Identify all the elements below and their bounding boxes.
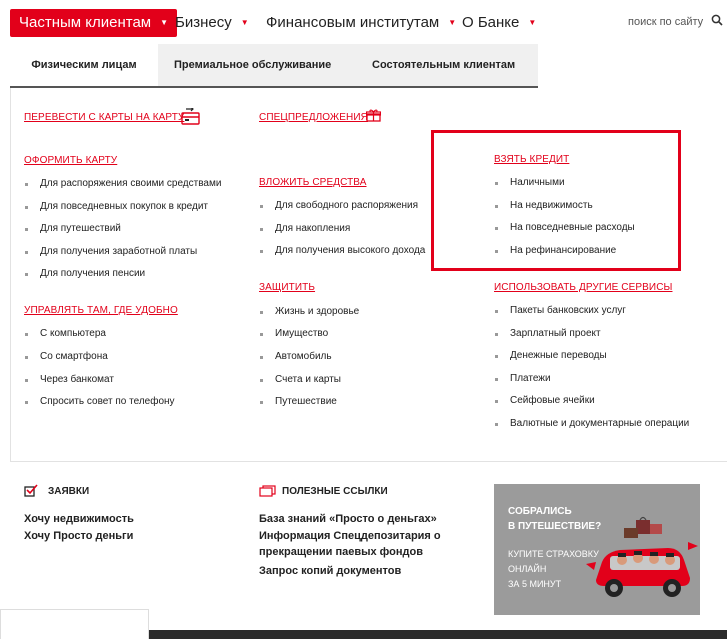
application-link[interactable]: Хочу Просто деньги: [24, 528, 133, 544]
cards-icon: [259, 485, 276, 497]
list-item[interactable]: С компьютера: [25, 328, 106, 339]
caret-down-icon: ▼: [528, 18, 537, 27]
list-item[interactable]: Денежные переводы: [495, 350, 607, 361]
list-item[interactable]: Сейфовые ячейки: [495, 395, 595, 406]
nav-label: Бизнесу: [175, 14, 232, 31]
useful-link[interactable]: База знаний «Просто о деньгах»: [259, 511, 437, 527]
protect-heading[interactable]: ЗАЩИТИТЬ: [259, 282, 315, 293]
nav-about-bank[interactable]: О Банке ▼: [462, 9, 536, 37]
card-transfer-icon: [181, 108, 200, 125]
list-item[interactable]: Автомобиль: [260, 351, 332, 362]
checkbox-icon: [24, 484, 38, 497]
car-illustration: [586, 516, 698, 597]
list-item[interactable]: Для получения высокого дохода: [260, 245, 425, 256]
useful-link[interactable]: Запрос копий документов: [259, 563, 401, 579]
list-item[interactable]: Для распоряжения своими средствами: [25, 178, 221, 189]
other-services-heading[interactable]: ИСПОЛЬЗОВАТЬ ДРУГИЕ СЕРВИСЫ: [494, 282, 672, 293]
tab-wealthy[interactable]: Состоятельным клиентам: [372, 44, 515, 86]
useful-links-title: ПОЛЕЗНЫЕ ССЫЛКИ: [282, 486, 388, 497]
menu-border: [10, 88, 11, 462]
list-item[interactable]: Счета и карты: [260, 374, 341, 385]
highlight-frame: [431, 130, 681, 271]
get-card-heading[interactable]: ОФОРМИТЬ КАРТУ: [24, 155, 117, 166]
nav-label: О Банке: [462, 14, 520, 31]
list-item[interactable]: Спросить совет по телефону: [25, 396, 175, 407]
caret-down-icon: ▼: [160, 18, 169, 27]
list-item[interactable]: Зарплатный проект: [495, 328, 601, 339]
nav-private-clients[interactable]: Частным клиентам ▼: [10, 9, 178, 37]
transfer-card-link[interactable]: ПЕРЕВЕСТИ С КАРТЫ НА КАРТУ: [24, 112, 184, 123]
bottom-tab[interactable]: [0, 609, 149, 639]
sub-tabs: Физическим лицам Премиальное обслуживани…: [10, 44, 538, 88]
nav-label: Финансовым институтам: [266, 14, 440, 31]
list-item[interactable]: Валютные и документарные операции: [495, 418, 689, 429]
caret-down-icon: ▼: [448, 18, 457, 27]
tab-premium[interactable]: Премиальное обслуживание: [174, 44, 331, 86]
gift-icon: [366, 109, 381, 122]
useful-link[interactable]: Информация Спецдепозитария о прекращении…: [259, 528, 444, 560]
list-item[interactable]: Путешествие: [260, 396, 337, 407]
list-item[interactable]: Для получения заработной платы: [25, 246, 197, 257]
list-item[interactable]: Через банкомат: [25, 374, 114, 385]
list-item[interactable]: Со смартфона: [25, 351, 108, 362]
nav-financial-institutions[interactable]: Финансовым институтам ▼: [266, 9, 456, 37]
nav-label: Частным клиентам: [19, 14, 152, 31]
travel-insurance-banner[interactable]: СОБРАЛИСЬ В ПУТЕШЕСТВИЕ? КУПИТЕ СТРАХОВК…: [494, 484, 700, 615]
list-item[interactable]: Для накопления: [260, 223, 350, 234]
list-item[interactable]: Для путешествий: [25, 223, 121, 234]
list-item[interactable]: Для получения пенсии: [25, 268, 145, 279]
caret-down-icon: ▼: [240, 18, 249, 27]
list-item[interactable]: Жизнь и здоровье: [260, 306, 359, 317]
top-navigation: Частным клиентам ▼ Бизнесу ▼ Финансовым ин…: [0, 0, 727, 44]
applications-title: ЗАЯВКИ: [48, 486, 90, 497]
search-icon[interactable]: [711, 14, 723, 26]
section-divider: [10, 461, 727, 462]
list-item[interactable]: Платежи: [495, 373, 551, 384]
nav-business[interactable]: Бизнесу ▼: [175, 9, 249, 37]
special-offers-link[interactable]: СПЕЦПРЕДЛОЖЕНИЯ: [259, 112, 368, 123]
manage-heading[interactable]: УПРАВЛЯТЬ ТАМ, ГДЕ УДОБНО: [24, 305, 178, 316]
list-item[interactable]: Для повседневных покупок в кредит: [25, 201, 208, 212]
list-item[interactable]: Пакеты банковских услуг: [495, 305, 626, 316]
application-link[interactable]: Хочу недвижимость: [24, 511, 134, 527]
invest-heading[interactable]: ВЛОЖИТЬ СРЕДСТВА: [259, 177, 367, 188]
search-link[interactable]: поиск по сайту: [628, 16, 703, 28]
list-item[interactable]: Для свободного распоряжения: [260, 200, 418, 211]
list-item[interactable]: Имущество: [260, 328, 328, 339]
tab-individuals[interactable]: Физическим лицам: [10, 44, 158, 86]
